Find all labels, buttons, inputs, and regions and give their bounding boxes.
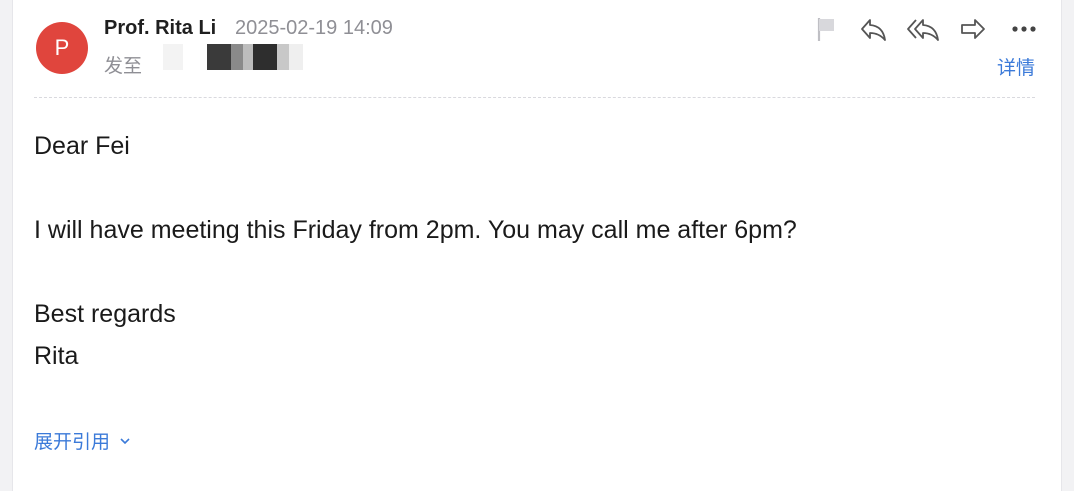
email-card: P Prof. Rita Li 2025-02-19 14:09 发至 详情 D…	[12, 0, 1062, 491]
forward-icon[interactable]	[958, 14, 988, 44]
redacted-recipient	[163, 44, 303, 70]
greeting: Dear Fei	[34, 132, 130, 160]
recipient-label: 发至	[104, 55, 143, 77]
expand-quote-link[interactable]: 展开引用	[34, 427, 132, 454]
signature: Rita	[34, 342, 79, 370]
details-link[interactable]: 详情	[997, 53, 1035, 80]
email-timestamp: 2025-02-19 14:09	[235, 17, 393, 39]
closing: Best regards	[34, 300, 176, 328]
message-text: I will have meeting this Friday from 2pm…	[34, 216, 797, 244]
avatar-letter: P	[54, 35, 70, 60]
more-icon[interactable]	[1009, 14, 1039, 44]
reply-all-icon[interactable]	[906, 14, 940, 44]
sender-name[interactable]: Prof. Rita Li	[104, 17, 216, 40]
sender-avatar[interactable]: P	[36, 22, 88, 74]
flag-icon[interactable]	[812, 14, 842, 44]
expand-quote-label: 展开引用	[34, 431, 111, 453]
reply-icon[interactable]	[858, 14, 888, 44]
chevron-down-icon	[118, 434, 132, 448]
header-divider	[34, 97, 1035, 98]
